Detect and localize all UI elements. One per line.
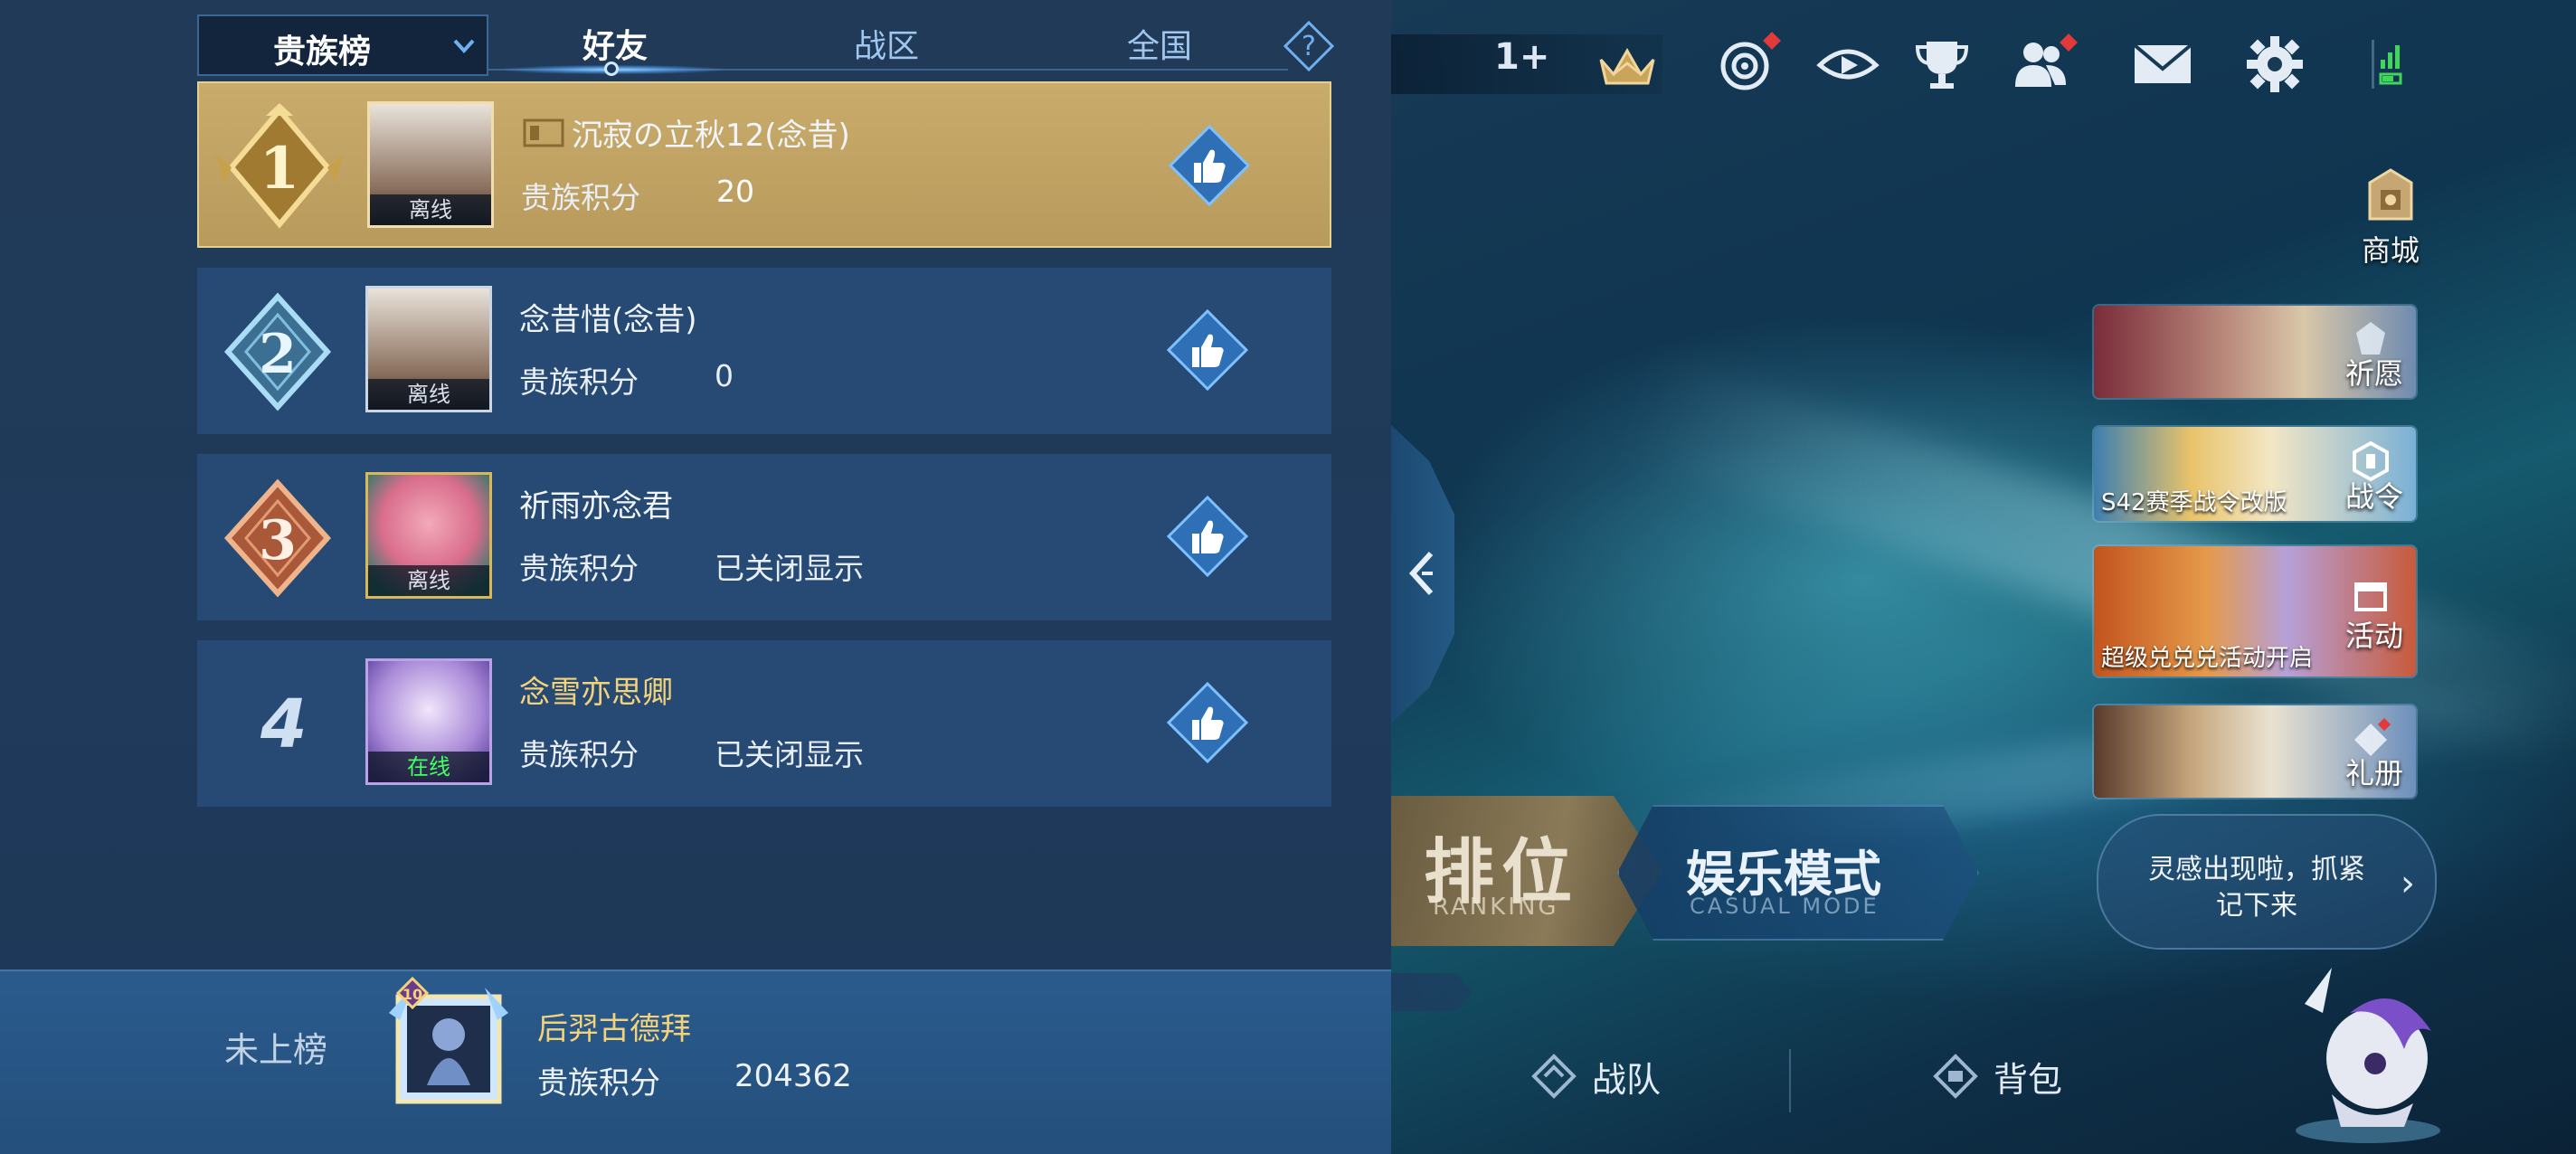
avatar[interactable]: 离线: [367, 101, 494, 228]
backpack-icon: [1933, 1054, 1978, 1099]
tab-national[interactable]: 全国: [1078, 20, 1241, 67]
mail-icon[interactable]: [2131, 33, 2194, 96]
eye-icon[interactable]: [1816, 33, 1880, 96]
score-label: 贵族积分: [521, 180, 640, 215]
crown-icon[interactable]: [1596, 33, 1659, 96]
event-caption: 超级兑兑兑活动开启: [2101, 645, 2314, 672]
status-badge: 在线: [368, 752, 489, 782]
player-name: 祈雨亦念君: [519, 488, 673, 525]
casual-mode-button[interactable]: 娱乐模式 CASUAL MODE: [1617, 805, 1979, 941]
help-icon[interactable]: ?: [1283, 20, 1335, 72]
self-name: 后羿古德拜: [537, 1011, 691, 1047]
wish-banner[interactable]: 祈愿: [2092, 304, 2418, 400]
leaderboard-row[interactable]: 1 离线 沉寂の立秋12(念昔) 贵族积分 20: [197, 81, 1331, 248]
status-badge: 离线: [368, 565, 489, 596]
avatar[interactable]: 离线: [365, 472, 492, 599]
chevron-right-icon: ›: [2401, 863, 2415, 904]
like-button[interactable]: [1167, 309, 1248, 391]
shop-icon: [2359, 163, 2422, 226]
backpack-button[interactable]: 背包: [1928, 1049, 2062, 1103]
like-button[interactable]: [1169, 125, 1250, 206]
event-icon: [2354, 582, 2387, 611]
rank-number: 2: [259, 323, 297, 386]
leaderboard-panel: 贵族榜 好友 战区 全国 ? 1 离线 沉寂の立秋12(念昔) 贵族积分 20: [0, 0, 1391, 1154]
battle-pass-caption: S42赛季战令改版: [2101, 489, 2287, 516]
like-button[interactable]: [1167, 496, 1248, 577]
top-bar: 1+: [1391, 27, 2576, 103]
score-label: 贵族积分: [519, 737, 639, 772]
active-tab-dot: [604, 61, 619, 76]
settings-icon[interactable]: [2243, 33, 2306, 96]
board-type-dropdown[interactable]: 贵族榜: [197, 14, 488, 76]
tab-label: 全国: [1126, 28, 1192, 65]
tab-label: 好友: [582, 28, 648, 65]
dropdown-label: 贵族榜: [273, 33, 372, 71]
player-name: 念昔惜(念昔): [519, 302, 697, 338]
gift-book-banner[interactable]: 礼册: [2092, 704, 2418, 799]
mode-slab: [1391, 973, 1473, 1011]
chevron-left-icon: [1408, 551, 1434, 596]
target-icon[interactable]: [1715, 32, 1781, 96]
team-button[interactable]: 战队: [1527, 1049, 1661, 1103]
like-button[interactable]: [1167, 682, 1248, 763]
leaderboard-row[interactable]: 4 在线 念雪亦思卿 贵族积分 已关闭显示: [197, 640, 1331, 807]
backpack-label: 背包: [1994, 1059, 2063, 1100]
wish-label: 祈愿: [2344, 356, 2403, 391]
svg-text:?: ?: [1302, 31, 1316, 62]
event-label: 活动: [2344, 619, 2403, 653]
silver-rank-badge: 2: [223, 292, 332, 411]
self-avatar[interactable]: 10: [376, 977, 521, 1121]
avatar[interactable]: 离线: [365, 286, 492, 412]
score-value: 已关闭显示: [715, 737, 864, 772]
team-icon: [1531, 1054, 1577, 1099]
self-level-badge: 10: [402, 986, 422, 1003]
self-score-value: 204362: [734, 1058, 852, 1094]
event-banner[interactable]: 超级兑兑兑活动开启 活动: [2092, 544, 2418, 678]
score-value: 已关闭显示: [715, 551, 864, 586]
tab-war-zone[interactable]: 战区: [805, 20, 968, 67]
nobility-icon: [523, 118, 564, 147]
plus-one-button[interactable]: 1+: [1494, 36, 1549, 78]
leaderboard-row[interactable]: 3 离线 祈雨亦念君 贵族积分 已关闭显示: [197, 454, 1331, 620]
shop-button[interactable]: 商城: [2332, 163, 2449, 270]
avatar[interactable]: 在线: [365, 658, 492, 785]
player-name: 沉寂の立秋12(念昔): [521, 110, 850, 155]
trophy-icon[interactable]: [1910, 33, 1974, 96]
status-badge: 离线: [370, 194, 491, 225]
battle-pass-banner[interactable]: S42赛季战令改版 战令: [2092, 425, 2418, 523]
game-lobby-background: 1+ 商城 祈愿 S42赛季战令改版 战令 超级兑兑兑活动开启 活动 礼册 排位…: [1391, 0, 2576, 1154]
bronze-rank-badge: 3: [223, 478, 332, 598]
bottom-nav: 战队 背包: [1391, 1022, 2576, 1130]
signal-icon: [2353, 33, 2417, 96]
player-name: 念雪亦思卿: [519, 675, 673, 711]
rank-number: 4: [260, 686, 308, 763]
score-label: 贵族积分: [519, 364, 639, 400]
gift-book-label: 礼册: [2344, 756, 2403, 790]
chevron-down-icon: [453, 39, 475, 53]
inspiration-text: 灵感出现啦，抓紧记下来: [2148, 854, 2365, 922]
friends-icon[interactable]: [2010, 33, 2078, 96]
tab-label: 战区: [853, 28, 919, 65]
score-value: 0: [715, 358, 734, 393]
shop-label: 商城: [2361, 233, 2420, 268]
nav-divider: [1789, 1049, 1791, 1112]
gold-rank-badge: 1: [215, 103, 344, 229]
battle-pass-label: 战令: [2344, 479, 2403, 514]
team-label: 战队: [1592, 1059, 1662, 1100]
tab-friends[interactable]: 好友: [534, 20, 696, 67]
player-name-text: 沉寂の立秋12(念昔): [572, 118, 850, 154]
rank-number: 1: [260, 135, 300, 203]
score-value: 20: [716, 174, 754, 209]
status-badge: 离线: [368, 379, 489, 410]
casual-subtitle: CASUAL MODE: [1690, 894, 1880, 919]
inspiration-bubble[interactable]: 灵感出现啦，抓紧记下来 ›: [2097, 814, 2437, 950]
self-rank-text: 未上榜: [224, 1030, 328, 1070]
self-score-label: 贵族积分: [537, 1065, 660, 1102]
ranking-subtitle: RANKING: [1433, 894, 1559, 921]
self-rank-bar: [0, 970, 1391, 1154]
leaderboard-row[interactable]: 2 离线 念昔惜(念昔) 贵族积分 0: [197, 268, 1331, 434]
rank-number: 3: [259, 509, 297, 572]
score-label: 贵族积分: [519, 551, 639, 586]
leaderboard-tabs: 贵族榜 好友 战区 全国 ?: [197, 14, 1335, 76]
